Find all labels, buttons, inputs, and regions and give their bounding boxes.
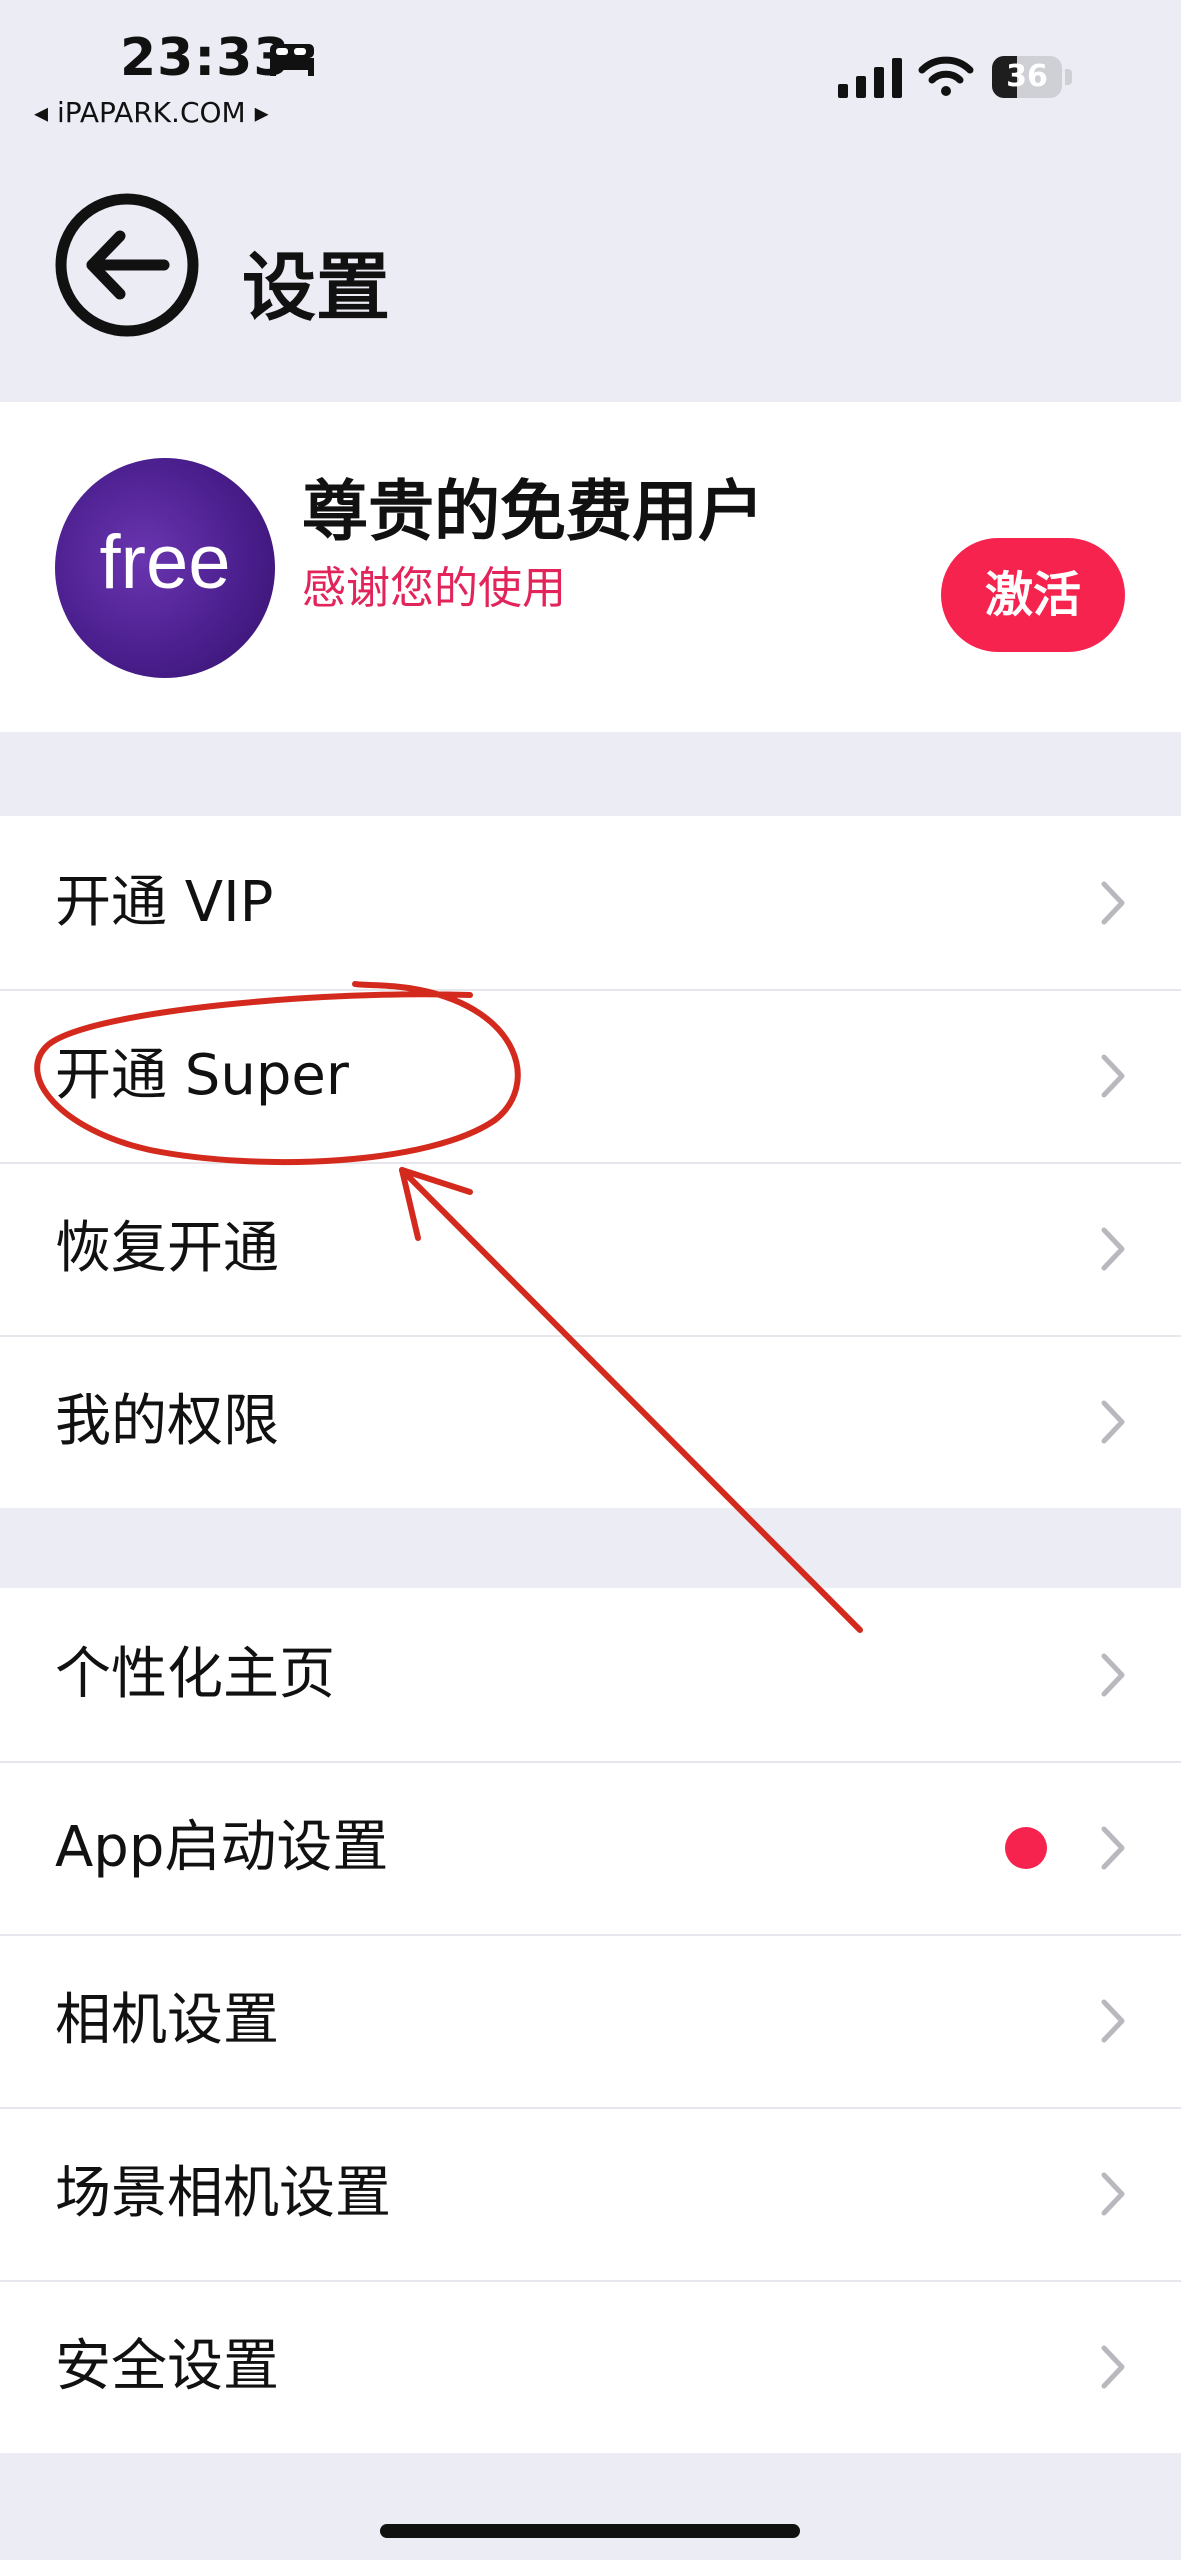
activate-button[interactable]: 激活 bbox=[941, 538, 1125, 652]
user-subtitle: 感谢您的使用 bbox=[302, 563, 566, 614]
chevron-right-icon bbox=[1101, 1826, 1125, 1870]
row-label: 个性化主页 bbox=[55, 1642, 335, 1707]
chevron-right-icon bbox=[1101, 881, 1125, 925]
row-security-settings[interactable]: 安全设置 bbox=[0, 2280, 1181, 2453]
notification-dot bbox=[1005, 1827, 1047, 1869]
back-to-app-link[interactable]: ◂ iPAPARK.COM ▸ bbox=[34, 96, 269, 129]
chevron-right-icon bbox=[1101, 1054, 1125, 1098]
chevron-right-icon bbox=[1101, 1227, 1125, 1271]
row-my-permissions[interactable]: 我的权限 bbox=[0, 1335, 1181, 1508]
wifi-icon bbox=[918, 56, 974, 96]
row-open-super[interactable]: 开通 Super bbox=[0, 989, 1181, 1162]
row-label: 相机设置 bbox=[55, 1988, 279, 2053]
back-arrow-icon[interactable] bbox=[52, 190, 202, 340]
row-open-vip[interactable]: 开通 VIP bbox=[0, 816, 1181, 989]
row-restore-purchase[interactable]: 恢复开通 bbox=[0, 1162, 1181, 1335]
chevron-right-icon bbox=[1101, 1999, 1125, 2043]
avatar-label: free bbox=[99, 520, 231, 605]
row-label: 恢复开通 bbox=[55, 1216, 279, 1281]
status-bar: 23:33 ◂ iPAPARK.COM ▸ 36 bbox=[0, 0, 1181, 140]
sleep-focus-icon bbox=[270, 44, 314, 76]
row-app-launch-settings[interactable]: App启动设置 bbox=[0, 1761, 1181, 1934]
cellular-signal-icon bbox=[838, 58, 902, 98]
nav-bar: 设置 bbox=[0, 140, 1181, 400]
purchase-group: 开通 VIP 开通 Super 恢复开通 我的权限 bbox=[0, 816, 1181, 1508]
profile-card: free 尊贵的免费用户 感谢您的使用 激活 bbox=[0, 402, 1181, 732]
battery-indicator: 36 bbox=[992, 56, 1074, 98]
row-label: 安全设置 bbox=[55, 2334, 279, 2399]
settings-group: 个性化主页 App启动设置 相机设置 场景相机设置 安全设置 bbox=[0, 1588, 1181, 2453]
row-label: 开通 Super bbox=[55, 1043, 349, 1108]
row-camera-settings[interactable]: 相机设置 bbox=[0, 1934, 1181, 2107]
chevron-right-icon bbox=[1101, 1653, 1125, 1697]
chevron-right-icon bbox=[1101, 2172, 1125, 2216]
avatar: free bbox=[55, 458, 275, 678]
chevron-right-icon bbox=[1101, 2345, 1125, 2389]
status-time: 23:33 bbox=[120, 28, 291, 88]
row-label: 开通 VIP bbox=[55, 870, 274, 935]
row-personalize-home[interactable]: 个性化主页 bbox=[0, 1588, 1181, 1761]
battery-percent: 36 bbox=[1006, 59, 1048, 94]
chevron-right-icon bbox=[1101, 1400, 1125, 1444]
row-label: 我的权限 bbox=[55, 1389, 279, 1454]
row-label: App启动设置 bbox=[55, 1815, 389, 1880]
row-scene-camera-settings[interactable]: 场景相机设置 bbox=[0, 2107, 1181, 2280]
row-label: 场景相机设置 bbox=[55, 2161, 391, 2226]
home-indicator bbox=[380, 2524, 800, 2538]
page-title: 设置 bbox=[242, 245, 390, 331]
user-name: 尊贵的免费用户 bbox=[302, 473, 764, 550]
